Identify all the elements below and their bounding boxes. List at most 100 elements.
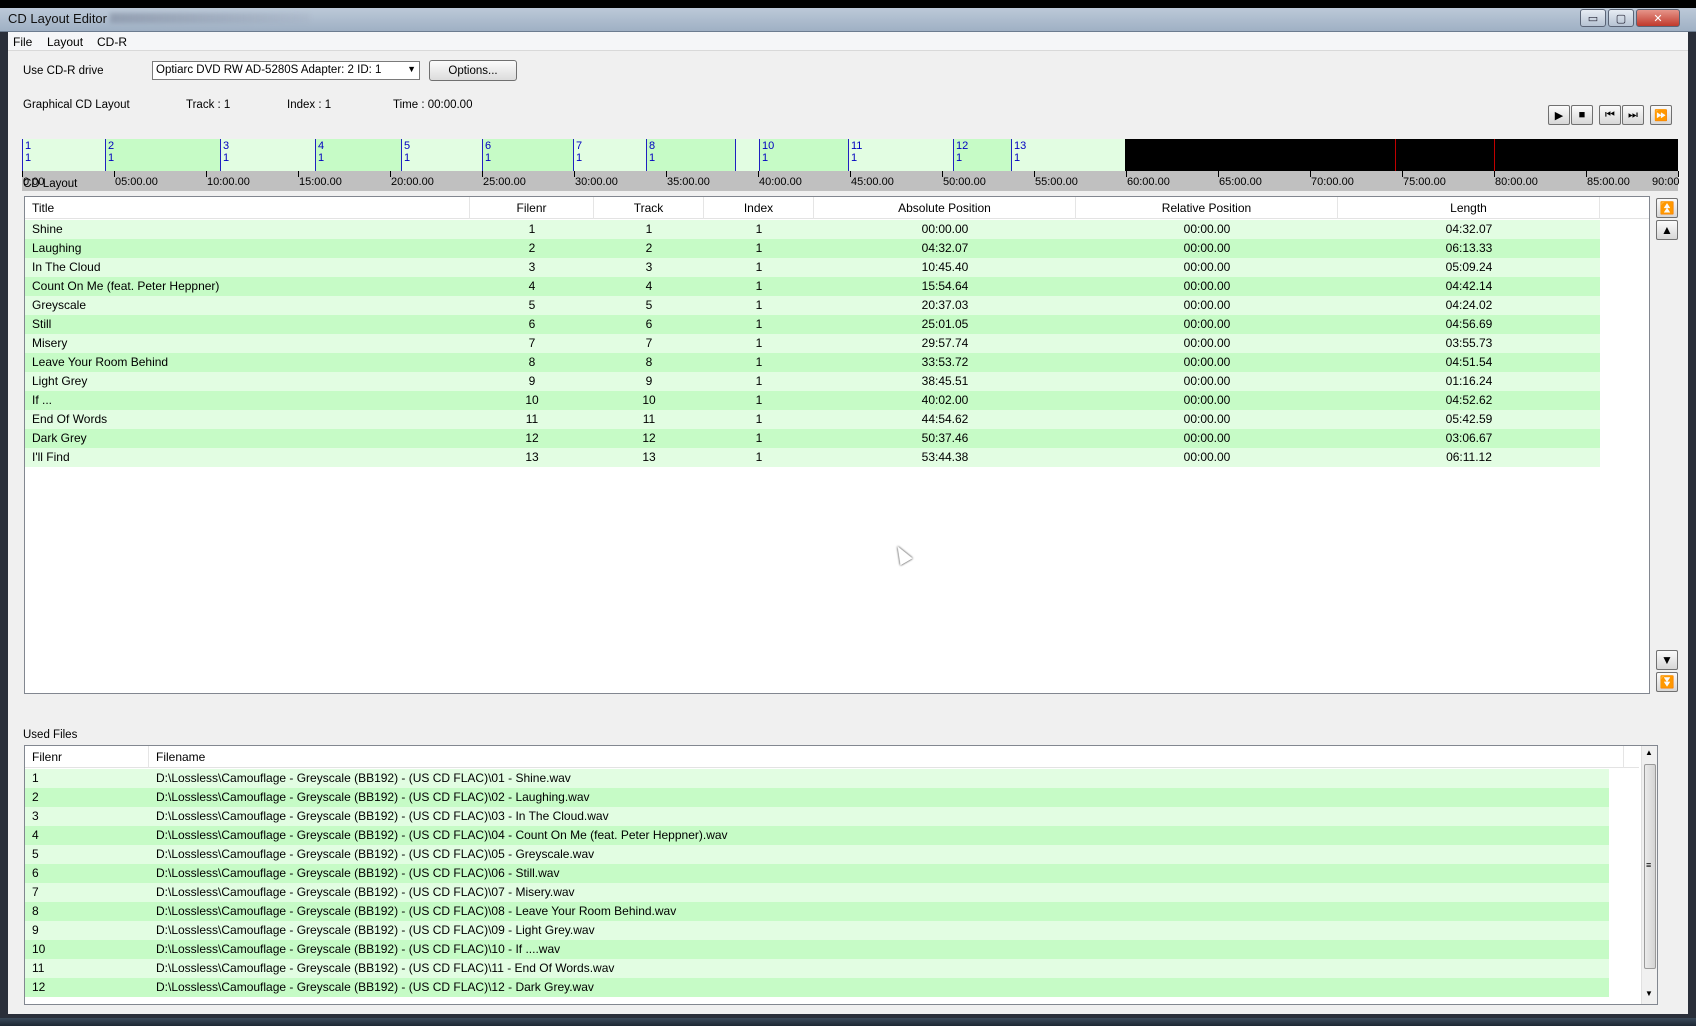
col-filenr[interactable]: Filenr [470,197,594,219]
layout-row[interactable]: In The Cloud 3 3 1 10:45.40 00:00.00 05:09.24 [25,258,1600,277]
cell-index: 1 [755,222,763,236]
track-segment[interactable] [573,139,646,171]
track-segment[interactable] [646,139,735,171]
track-segment[interactable] [1011,139,1125,171]
track-marker[interactable] [315,139,316,171]
track-marker[interactable] [22,139,23,171]
track-segment[interactable] [220,139,315,171]
track-marker[interactable] [848,139,849,171]
col-absolute-position[interactable]: Absolute Position [814,197,1076,219]
file-row[interactable]: 10 D:\Lossless\Camouflage - Greyscale (BB… [25,940,1609,959]
graphical-cd-layout[interactable]: 1 1 2 1 3 1 4 1 5 1 6 1 7 1 8 1 10 1 11 1 12 1 13 1 [22,139,1678,171]
file-row[interactable]: 12 D:\Lossless\Camouflage - Greyscale (BB… [25,978,1609,997]
track-marker[interactable] [953,139,954,171]
play-button[interactable]: ▶ [1548,105,1570,125]
file-row[interactable]: 3 D:\Lossless\Camouflage - Greyscale (BB1… [25,807,1609,826]
layout-row[interactable]: I'll Find 13 13 1 53:44.38 00:00.00 06:11.12 [25,448,1600,467]
cell-file-filenr: 6 [32,866,39,880]
files-scrollbar[interactable]: ▲ ≡ ▼ [1641,746,1657,1004]
stop-button[interactable]: ■ [1571,105,1593,125]
previous-track-button[interactable]: ⏮ [1599,105,1621,125]
layout-row[interactable]: Misery 7 7 1 29:57.74 00:00.00 03:55.73 [25,334,1600,353]
col-file-filenr[interactable]: Filenr [25,746,149,768]
track-marker[interactable] [573,139,574,171]
col-title[interactable]: Title [25,197,470,219]
file-row[interactable]: 6 D:\Lossless\Camouflage - Greyscale (BB1… [25,864,1609,883]
track-segment[interactable] [735,139,759,171]
layout-row[interactable]: Leave Your Room Behind 8 8 1 33:53.72 00:00.0… [25,353,1600,372]
cell-length: 04:56.69 [1445,317,1493,331]
track-segment[interactable] [315,139,401,171]
next-track-button[interactable]: ⏭ [1622,105,1644,125]
cell-relative-position: 00:00.00 [1183,393,1231,407]
cd-layout-table[interactable]: Title Filenr Track Index Absolute Positi… [24,196,1650,694]
fast-forward-button[interactable]: ⏩ [1650,105,1672,125]
file-row[interactable]: 1 D:\Lossless\Camouflage - Greyscale (BB1… [25,769,1609,788]
index-status: Index : 1 [287,99,332,111]
file-row[interactable]: 4 D:\Lossless\Camouflage - Greyscale (BB1… [25,826,1609,845]
cell-track: 2 [645,241,653,255]
cell-index: 1 [755,260,763,274]
used-files-table[interactable]: Filenr Filename 1 D:\Lossless\Camouflage … [24,745,1658,1005]
file-row[interactable]: 2 D:\Lossless\Camouflage - Greyscale (BB1… [25,788,1609,807]
cell-track: 3 [645,260,653,274]
cell-track: 5 [645,298,653,312]
cell-filenr: 7 [528,336,536,350]
window-title: CD Layout Editor [8,11,107,26]
track-segment[interactable] [105,139,220,171]
layout-row[interactable]: If ... 10 10 1 40:02.00 00:00.00 04:52.62 [25,391,1600,410]
scroll-up-icon[interactable]: ▲ [1645,748,1653,757]
move-down-button[interactable]: ▼ [1656,650,1678,670]
track-segment[interactable] [482,139,573,171]
scroll-down-icon[interactable]: ▼ [1645,989,1653,998]
ruler-tick-label: 40:00.00 [759,176,802,188]
cell-title: End Of Words [32,412,108,426]
minimize-button[interactable]: ▭ [1580,9,1606,27]
col-filename[interactable]: Filename [149,746,1624,768]
track-marker[interactable] [759,139,760,171]
file-row[interactable]: 5 D:\Lossless\Camouflage - Greyscale (BB1… [25,845,1609,864]
col-index[interactable]: Index [704,197,814,219]
layout-row[interactable]: Still 6 6 1 25:01.05 00:00.00 04:56.69 [25,315,1600,334]
track-segment[interactable] [22,139,105,171]
track-marker[interactable] [105,139,106,171]
track-segment[interactable] [848,139,953,171]
track-number: 6 [485,140,492,152]
file-row[interactable]: 9 D:\Lossless\Camouflage - Greyscale (BB1… [25,921,1609,940]
layout-row[interactable]: Dark Grey 12 12 1 50:37.46 00:00.00 03:06.67 [25,429,1600,448]
layout-row[interactable]: Count On Me (feat. Peter Heppner) 4 4 1 15:5… [25,277,1600,296]
track-segment[interactable] [401,139,482,171]
menu-file[interactable]: File [13,35,32,49]
track-marker[interactable] [1011,139,1012,171]
col-track[interactable]: Track [594,197,704,219]
cell-file-filenr: 9 [32,923,39,937]
layout-row[interactable]: Light Grey 9 9 1 38:45.51 00:00.00 01:16.24 [25,372,1600,391]
track-marker[interactable] [220,139,221,171]
layout-row[interactable]: Shine 1 1 1 00:00.00 00:00.00 04:32.07 [25,220,1600,239]
layout-row[interactable]: Greyscale 5 5 1 20:37.03 00:00.00 04:24.02 [25,296,1600,315]
move-top-button[interactable]: ⏫ [1656,198,1678,218]
menu-layout[interactable]: Layout [47,35,83,49]
col-relative-position[interactable]: Relative Position [1076,197,1338,219]
move-up-button[interactable]: ▲ [1656,220,1678,240]
drive-select[interactable]: Optiarc DVD RW AD-5280S Adapter: 2 ID: 1… [152,61,420,80]
cd-layout-header: Title Filenr Track Index Absolute Positi… [25,197,1649,219]
layout-row[interactable]: End Of Words 11 11 1 44:54.62 00:00.00 05:42.5… [25,410,1600,429]
track-marker[interactable] [401,139,402,171]
layout-row[interactable]: Laughing 2 2 1 04:32.07 00:00.00 06:13.33 [25,239,1600,258]
options-button[interactable]: Options... [429,60,517,81]
file-row[interactable]: 7 D:\Lossless\Camouflage - Greyscale (BB1… [25,883,1609,902]
move-bottom-button[interactable]: ⏬ [1656,672,1678,692]
file-row[interactable]: 11 D:\Lossless\Camouflage - Greyscale (BB… [25,959,1609,978]
track-marker[interactable] [482,139,483,171]
track-marker[interactable] [735,139,736,171]
file-row[interactable]: 8 D:\Lossless\Camouflage - Greyscale (BB1… [25,902,1609,921]
files-scroll-thumb[interactable]: ≡ [1644,764,1656,969]
col-length[interactable]: Length [1338,197,1600,219]
track-marker[interactable] [646,139,647,171]
cell-file-filenr: 11 [32,961,45,975]
menu-cdr[interactable]: CD-R [97,35,127,49]
maximize-button[interactable]: ▢ [1608,9,1634,27]
cell-relative-position: 00:00.00 [1183,260,1231,274]
close-button[interactable]: ✕ [1636,9,1680,27]
